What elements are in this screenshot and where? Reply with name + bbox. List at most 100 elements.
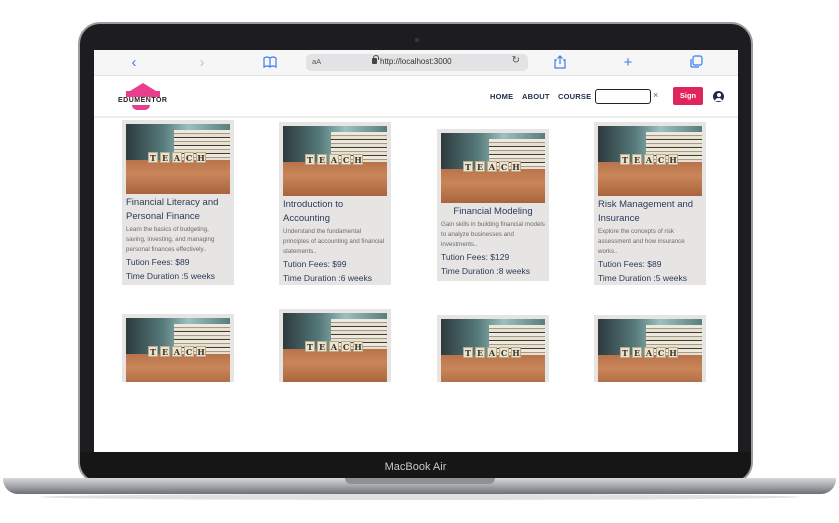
image-letter-tiles: TEACH [305,154,365,166]
course-description: Explore the concepts of risk assessment … [598,228,685,255]
course-card[interactable]: T E A C H Financial Modeling Gain skills in bu… [437,129,549,281]
course-duration: Time Duration :8 weeks [441,266,530,276]
course-image[interactable]: TEACH [598,126,702,196]
course-card[interactable]: TEACHFinancial Technology (FinTech)Under… [279,309,391,382]
course-title[interactable]: Financial Literacy and Personal Finance [126,196,230,224]
course-card[interactable]: T E A C H Financial Literacy and Personal Fin… [122,120,234,285]
course-fees: Tution Fees: $99 [283,259,347,269]
chevron-right-icon[interactable]: › [192,54,212,72]
letter-tile: H [511,347,521,358]
logo-tail-shape [132,105,150,110]
course-image[interactable]: TEACH [283,313,387,382]
letter-tile: T [148,346,158,357]
course-fees: Tution Fees: $89 [126,257,190,267]
image-letter-tiles: TEACH [463,161,523,173]
course-description: Learn the basics of budgeting, saving, i… [126,226,215,253]
course-card[interactable]: T E A C H Risk Management and Insurance Explor… [594,122,706,285]
image-table [598,162,702,196]
course-image[interactable]: TEACH [283,126,387,196]
course-title[interactable]: Introduction to Accounting [283,198,387,226]
letter-tile: H [353,154,363,165]
course-image[interactable]: TEACH [598,319,702,382]
course-image[interactable]: TEACH [126,318,230,382]
course-title[interactable]: Financial Modeling [441,205,545,219]
laptop-shadow [40,494,800,500]
image-letter-tiles: TEACH [148,152,208,164]
image-letter-tiles: TEACH [305,341,365,353]
letter-tile: T [148,152,158,163]
course-image[interactable]: TEACH [126,124,230,194]
image-table [441,169,545,203]
letter-tile: E [632,154,642,165]
image-table [126,354,230,382]
camera-icon [415,38,419,42]
letter-tile: E [160,152,170,163]
logo-text: EDUMENTOR [118,97,168,104]
laptop-notch [345,478,495,484]
mockup-stage: MacBook Air ‹ › aA http://localhost:3000… [0,0,839,523]
image-letter-tiles: TEACH [148,346,208,358]
course-card[interactable]: T E A C H Introduction to Accounting Understan… [279,122,391,285]
course-title[interactable]: Risk Management and Insurance [598,198,702,226]
letter-tile: C [341,341,351,352]
course-duration: Time Duration :5 weeks [598,273,687,283]
model-label: MacBook Air [384,461,447,473]
letter-tile: C [499,161,509,172]
tabs-icon[interactable] [686,55,706,73]
chevron-left-icon[interactable]: ‹ [124,54,144,72]
site-navbar: EDUMENTOR HOME ABOUT COURSE × Sign [94,76,738,118]
course-card[interactable]: TEACHFinancial Reporting and AnalysisDiv… [594,315,706,382]
image-letter-tiles: TEACH [620,347,680,359]
text-size-button[interactable]: aA [312,57,321,66]
course-description: Gain skills in building financial models… [441,221,545,248]
image-table [283,349,387,382]
share-icon[interactable] [550,55,570,73]
course-duration: Time Duration :5 weeks [126,271,215,281]
plus-icon[interactable]: + [618,54,638,72]
course-image[interactable]: TEACH [441,319,545,382]
course-image[interactable]: TEACH [441,133,545,203]
course-duration: Time Duration :6 weeks [283,273,372,283]
letter-tile: C [656,347,666,358]
sign-button[interactable]: Sign [673,87,703,105]
image-letter-tiles: TEACH [620,154,680,166]
lock-icon [372,55,379,64]
letter-tile: E [317,341,327,352]
letter-tile: A [487,347,497,358]
letter-tile: A [329,341,339,352]
letter-tile: E [475,161,485,172]
letter-tile: A [329,154,339,165]
clear-search-icon[interactable]: × [653,90,658,100]
image-table [283,162,387,196]
letter-tile: C [184,346,194,357]
letter-tile: H [353,341,363,352]
letter-tile: T [305,341,315,352]
letter-tile: C [656,154,666,165]
edumentor-logo[interactable]: EDUMENTOR [118,83,170,111]
letter-tile: T [620,154,630,165]
image-letter-tiles: TEACH [463,347,523,359]
letter-tile: T [305,154,315,165]
letter-tile: T [620,347,630,358]
letter-tile: C [341,154,351,165]
browser-screen: ‹ › aA http://localhost:3000 ↻ + EDUMENT… [94,50,738,452]
letter-tile: A [172,346,182,357]
user-icon[interactable] [713,91,724,102]
browser-toolbar: ‹ › aA http://localhost:3000 ↻ + [94,50,738,76]
image-table [598,355,702,382]
address-bar[interactable]: aA http://localhost:3000 ↻ [306,54,528,71]
logo-hat-shape [130,83,156,91]
image-table [126,160,230,194]
course-grid: T E A C H Financial Literacy and Personal Fin… [94,120,738,452]
search-input[interactable] [595,89,651,104]
course-card[interactable]: TEACHIntroduction to BankingGet insights… [122,314,234,382]
nav-home-link[interactable]: HOME [490,92,513,101]
nav-course-link[interactable]: COURSE [558,92,591,101]
letter-tile: A [172,152,182,163]
course-card[interactable]: TEACHFinancial Regulation and Compliance… [437,315,549,382]
letter-tile: H [196,346,206,357]
letter-tile: E [317,154,327,165]
reload-icon[interactable]: ↻ [512,55,520,66]
nav-about-link[interactable]: ABOUT [522,92,550,101]
bookmarks-icon[interactable] [260,55,280,73]
